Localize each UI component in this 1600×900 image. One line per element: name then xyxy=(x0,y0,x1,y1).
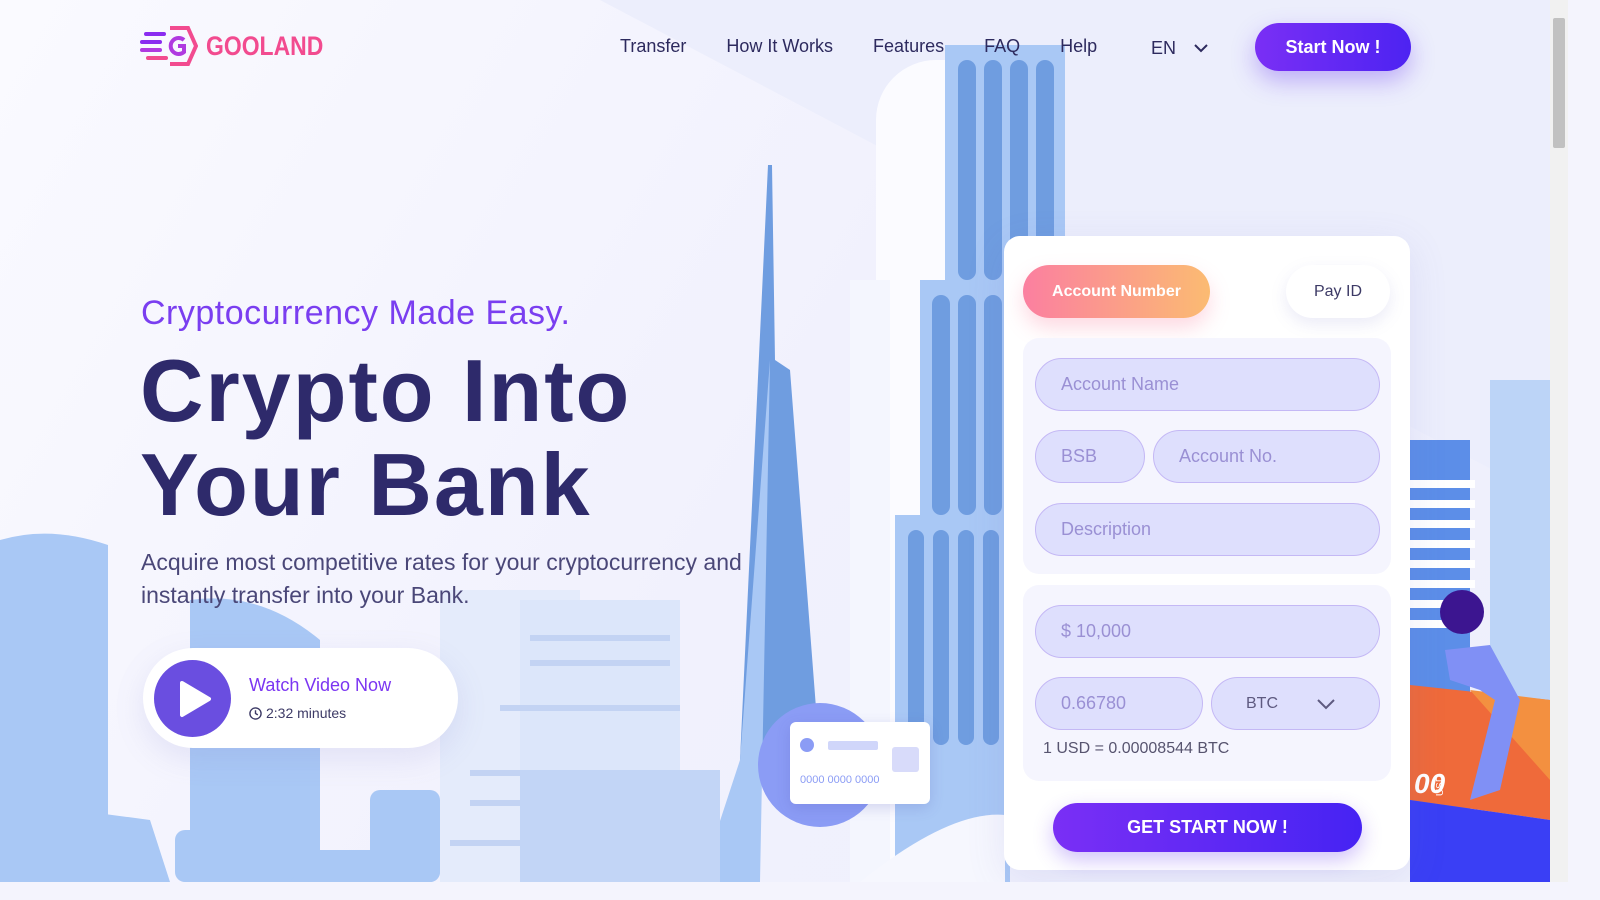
card-chip-dot xyxy=(800,738,814,752)
account-name-input[interactable]: Account Name xyxy=(1035,358,1380,411)
get-start-now-button[interactable]: GET START NOW ! xyxy=(1053,803,1362,852)
nav-help[interactable]: Help xyxy=(1060,36,1097,57)
account-no-input[interactable]: Account No. xyxy=(1153,430,1380,483)
brand-name: GOOLAND xyxy=(206,30,324,61)
scrollbar-thumb[interactable] xyxy=(1553,18,1565,148)
hero-subtitle: Acquire most competitive rates for your … xyxy=(141,549,742,608)
description-input[interactable]: Description xyxy=(1035,503,1380,556)
amount-input[interactable]: $ 10,000 xyxy=(1035,605,1380,658)
bsb-input[interactable]: BSB xyxy=(1035,430,1145,483)
logo[interactable]: GOOLAND xyxy=(140,24,344,68)
main-nav: Transfer How It Works Features FAQ Help xyxy=(620,36,1097,57)
hero-title: Crypto Into Your Bank xyxy=(140,344,631,532)
video-duration: 2:32 minutes xyxy=(249,705,346,721)
start-now-button[interactable]: Start Now ! xyxy=(1255,23,1411,71)
nav-faq[interactable]: FAQ xyxy=(984,36,1020,57)
language-selector[interactable]: EN xyxy=(1151,38,1208,59)
watch-video-button[interactable]: Watch Video Now 2:32 minutes xyxy=(143,648,458,748)
page: GOOLAND Transfer How It Works Features F… xyxy=(0,0,1550,882)
nav-features[interactable]: Features xyxy=(873,36,944,57)
hero-title-line1: Crypto Into xyxy=(140,341,632,440)
tab-pay-id[interactable]: Pay ID xyxy=(1286,265,1390,318)
amount-panel: $ 10,000 0.66780 BTC 1 USD = 0.00008544 … xyxy=(1023,585,1391,781)
hero-tagline: Cryptocurrency Made Easy. xyxy=(141,294,571,332)
play-icon xyxy=(180,681,211,717)
tab-account-number[interactable]: Account Number xyxy=(1023,265,1210,318)
account-details-panel: Account Name BSB Account No. Description xyxy=(1023,338,1391,574)
card-number: 0000 0000 0000 xyxy=(800,774,880,786)
nav-how-it-works[interactable]: How It Works xyxy=(726,36,833,57)
transfer-form-card: Account Number Pay ID Account Name BSB A… xyxy=(1004,236,1410,870)
play-button[interactable] xyxy=(154,660,231,737)
hero-title-line2: Your Bank xyxy=(140,435,592,534)
video-title: Watch Video Now xyxy=(249,675,392,695)
currency-select[interactable]: BTC xyxy=(1211,677,1380,730)
video-duration-text: 2:32 minutes xyxy=(266,705,347,721)
scrollbar[interactable] xyxy=(1550,0,1568,882)
card-logo-box xyxy=(892,747,919,772)
chevron-down-icon xyxy=(1317,698,1335,709)
card-name-bar xyxy=(828,741,878,750)
nav-transfer[interactable]: Transfer xyxy=(620,36,686,57)
exchange-rate: 1 USD = 0.00008544 BTC xyxy=(1043,740,1230,757)
crypto-amount-input[interactable]: 0.66780 xyxy=(1035,677,1203,730)
banner-currency: USD xyxy=(1435,774,1447,797)
chevron-down-icon xyxy=(1194,44,1208,53)
language-label: EN xyxy=(1151,38,1177,58)
logo-icon xyxy=(140,26,198,66)
bank-card-illustration: 0000 0000 0000 xyxy=(790,722,930,804)
currency-value: BTC xyxy=(1246,694,1278,712)
clock-icon xyxy=(249,706,262,720)
